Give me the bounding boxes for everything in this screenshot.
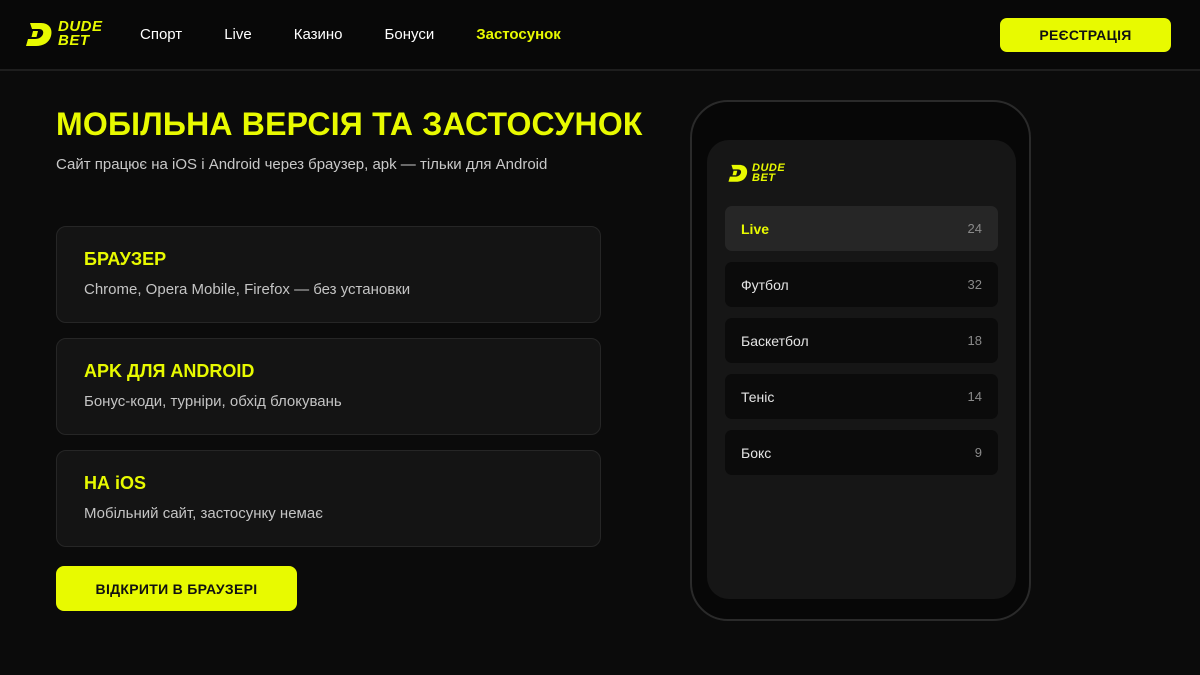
sport-item-tennis[interactable]: Теніс 14 [725,374,998,419]
card-description: Chrome, Opera Mobile, Firefox — без уста… [84,281,411,298]
brand-wordmark: DUDE BET [58,19,103,49]
card-title: APK ДЛЯ ANDROID [84,361,255,381]
nav-live[interactable]: Live [224,25,252,45]
brand-wordmark: DUDE BET [752,163,785,184]
card-title: НА iOS [84,473,147,493]
sport-name: Бокс [741,444,772,461]
phone-screen: DUDE BET Live 24 Футбол 32 Баскетбол 18 … [707,140,1016,599]
top-header: DUDE BET Спорт Live Казино Бонуси Застос… [0,0,1200,71]
card-ios: НА iOS Мобільний сайт, застосунку немає [56,450,601,547]
sport-name: Футбол [741,276,789,293]
card-apk-android: APK ДЛЯ ANDROID Бонус-коди, турніри, обх… [56,338,601,435]
phone-brand-logo: DUDE BET [727,162,785,184]
sport-list: Live 24 Футбол 32 Баскетбол 18 Теніс 14 … [725,206,998,486]
sport-name: Теніс [741,388,775,405]
sport-count: 14 [967,389,982,404]
sport-item-football[interactable]: Футбол 32 [725,262,998,307]
card-description: Мобільний сайт, застосунку немає [84,505,323,522]
page-title: МОБІЛЬНА ВЕРСІЯ ТА ЗАСТОСУНОК [56,106,643,142]
page-subtitle: Сайт працює на iOS і Android через брауз… [56,156,548,173]
card-description: Бонус-коди, турніри, обхід блокувань [84,393,342,410]
open-in-browser-button[interactable]: ВІДКРИТИ В БРАУЗЕРІ [56,566,297,611]
sport-item-live[interactable]: Live 24 [725,206,998,251]
sport-count: 9 [974,445,982,460]
dudebet-logo-icon [728,164,748,182]
sport-name: Live [741,220,770,237]
register-button[interactable]: РЕЄСТРАЦІЯ [1000,18,1171,52]
main-nav: Спорт Live Казино Бонуси Застосунок [140,25,603,45]
nav-sport[interactable]: Спорт [140,25,182,45]
sport-count: 18 [967,333,982,348]
nav-casino[interactable]: Казино [294,25,343,45]
phone-mockup: DUDE BET Live 24 Футбол 32 Баскетбол 18 … [690,100,1031,621]
brand-line-2: BET [58,32,90,49]
nav-app[interactable]: Застосунок [476,25,561,45]
sport-item-basketball[interactable]: Баскетбол 18 [725,318,998,363]
sport-count: 24 [967,221,982,236]
sport-item-boxing[interactable]: Бокс 9 [725,430,998,475]
brand-line-2: BET [752,172,776,184]
card-title: БРАУЗЕР [84,249,167,269]
nav-bonuses[interactable]: Бонуси [385,25,435,45]
sport-name: Баскетбол [741,332,809,349]
sport-count: 32 [967,277,982,292]
dudebet-logo-icon [26,23,52,46]
brand-logo[interactable]: DUDE BET [24,19,103,49]
card-browser: БРАУЗЕР Chrome, Opera Mobile, Firefox — … [56,226,601,323]
